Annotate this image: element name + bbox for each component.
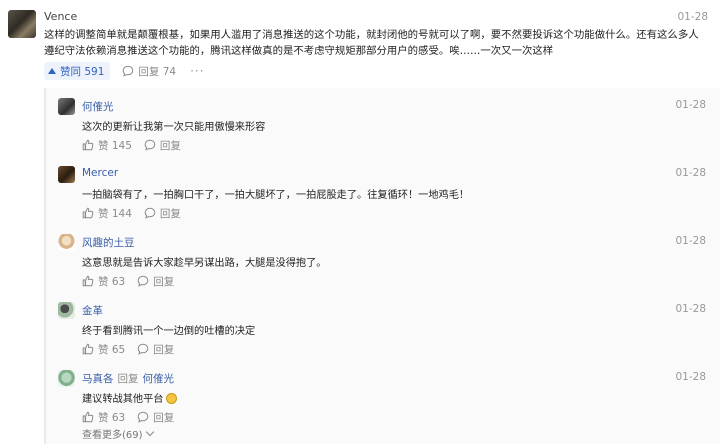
thumbs-up-icon [82, 139, 94, 151]
reply-text-line: 建议转战其他平台 [82, 390, 177, 405]
thumbs-up-icon [82, 207, 94, 219]
like-count: 赞 63 [98, 411, 126, 424]
reply-text: 这次的更新让我第一次只能用傲慢来形容 [82, 122, 266, 133]
reply-label: 回复 [159, 207, 181, 220]
top-comment: Vence 01-28 这样的调整简单就是颠覆根基，如果用人滥用了消息推送的这个… [0, 0, 720, 86]
reply-button[interactable]: 回复 [137, 274, 174, 289]
reply-actions: 赞 65 回复 [82, 341, 174, 357]
comment-icon [144, 207, 156, 219]
comment-icon [137, 411, 149, 423]
reply-actions: 赞 145 回复 [82, 137, 181, 153]
avatar[interactable] [58, 166, 75, 183]
reply-text: 这意思就是告诉大家趁早另谋出路，大腿是没得抱了。 [82, 258, 327, 269]
like-button[interactable]: 赞 63 [82, 274, 125, 289]
reply-button[interactable]: 回复 74 [122, 64, 176, 79]
reply-button[interactable]: 回复 [137, 342, 174, 357]
comment-text: 这样的调整简单就是颠覆根基，如果用人滥用了消息推送的这个功能，就封闭他的号就可以… [44, 29, 699, 57]
grin-emoji-icon [165, 393, 177, 404]
thumbs-up-icon [82, 343, 94, 355]
view-more-button[interactable]: 查看更多(69) [82, 426, 154, 441]
like-count: 赞 145 [98, 139, 132, 152]
reply-author[interactable]: 马真各 [82, 373, 114, 385]
comment-date: 01-28 [677, 11, 708, 23]
avatar[interactable] [58, 370, 75, 387]
reply-button[interactable]: 回复 [144, 206, 181, 221]
reply-author[interactable]: 何傕光 [82, 99, 114, 114]
like-button[interactable]: 赞 145 [82, 138, 132, 153]
reply-item: 何傕光 01-28 这次的更新让我第一次只能用傲慢来形容 赞 145 回复 [46, 98, 720, 166]
reply-date: 01-28 [675, 99, 706, 111]
reply-actions: 赞 144 回复 [82, 205, 181, 221]
reply-item: 风趣的土豆 01-28 这意思就是告诉大家趁早另谋出路，大腿是没得抱了。 赞 6… [46, 234, 720, 302]
reply-date: 01-28 [675, 235, 706, 247]
reply-date: 01-28 [675, 167, 706, 179]
upvote-button[interactable]: 赞同 591 [44, 62, 111, 80]
avatar[interactable] [58, 98, 75, 115]
avatar[interactable] [58, 234, 75, 251]
reply-count: 回复 74 [138, 65, 177, 78]
like-count: 赞 144 [98, 207, 132, 220]
thumbs-up-icon [82, 411, 94, 423]
reply-label: 回复 [153, 343, 175, 356]
reply-button[interactable]: 回复 [144, 138, 181, 153]
reply-list: 何傕光 01-28 这次的更新让我第一次只能用傲慢来形容 赞 145 回复 Me… [44, 88, 720, 444]
like-button[interactable]: 赞 63 [82, 410, 125, 425]
reply-text: 终于看到腾讯一个一边倒的吐槽的决定 [82, 326, 256, 337]
reply-author[interactable]: 金革 [82, 303, 103, 318]
more-icon[interactable]: ··· [190, 64, 204, 78]
comment-actions: 赞同 591 回复 74 ··· [44, 62, 205, 80]
upvote-label: 赞同 591 [60, 65, 105, 78]
comment-icon [137, 275, 149, 287]
reply-author[interactable]: Mercer [82, 167, 118, 179]
reply-button[interactable]: 回复 [137, 410, 174, 425]
reply-item: 金革 01-28 终于看到腾讯一个一边倒的吐槽的决定 赞 65 回复 [46, 302, 720, 370]
comment-author[interactable]: Vence [44, 10, 77, 23]
reply-date: 01-28 [675, 303, 706, 315]
chevron-down-icon [145, 427, 154, 437]
reply-date: 01-28 [675, 371, 706, 383]
reply-label: 回复 [153, 275, 175, 288]
thumbs-up-icon [82, 275, 94, 287]
reply-text: 一拍脑袋有了，一拍胸口干了，一拍大腿坏了，一拍屁股走了。往复循环！一地鸡毛！ [82, 190, 470, 201]
comment-icon [137, 343, 149, 355]
reply-item: Mercer 01-28 一拍脑袋有了，一拍胸口干了，一拍大腿坏了，一拍屁股走了… [46, 166, 720, 234]
reply-actions: 赞 63 回复 [82, 273, 174, 289]
like-count: 赞 65 [98, 343, 126, 356]
reply-to-word: 回复 [117, 373, 139, 385]
reply-actions: 赞 63 回复 [82, 409, 174, 425]
reply-author-line: 马真各 回复 何傕光 [82, 371, 174, 386]
view-more-label: 查看更多(69) [82, 430, 143, 441]
reply-text: 建议转战其他平台 [82, 394, 164, 405]
reply-label: 回复 [159, 139, 181, 152]
like-count: 赞 63 [98, 275, 126, 288]
reply-to-author[interactable]: 何傕光 [143, 373, 175, 385]
like-button[interactable]: 赞 144 [82, 206, 132, 221]
comment-icon [144, 139, 156, 151]
avatar[interactable] [58, 302, 75, 319]
reply-author[interactable]: 风趣的土豆 [82, 235, 135, 250]
like-button[interactable]: 赞 65 [82, 342, 125, 357]
avatar[interactable] [8, 10, 36, 38]
upvote-icon [48, 68, 56, 74]
comment-icon [123, 65, 134, 77]
reply-label: 回复 [153, 411, 175, 424]
